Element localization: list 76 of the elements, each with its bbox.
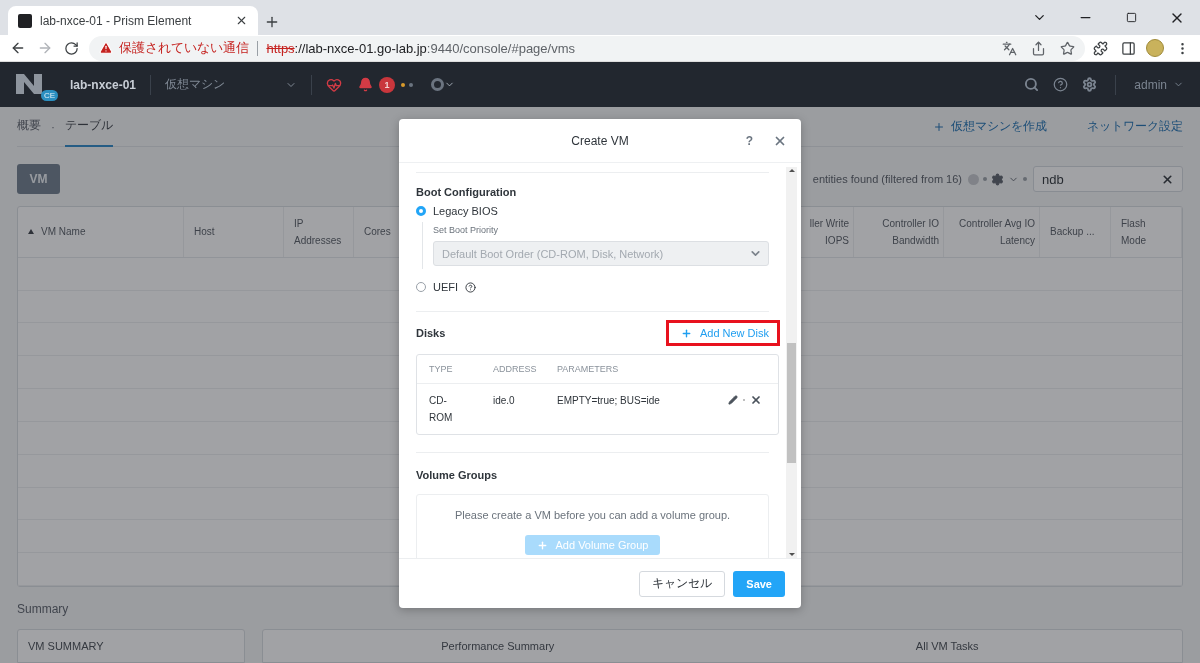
result-count: entities found (filtered from 16) [812, 173, 962, 185]
alert-count[interactable]: 1 [379, 76, 396, 93]
separator-dot: · [51, 119, 55, 134]
radio-button[interactable] [416, 282, 426, 292]
column-header[interactable]: IP Addresses [294, 214, 343, 249]
column-header[interactable]: VM Name [41, 223, 86, 241]
plus-icon[interactable] [680, 327, 692, 339]
security-label[interactable]: 保護されていない通信 [119, 39, 250, 57]
column-header[interactable]: Host [194, 223, 215, 241]
column-header[interactable]: Flash Mode [1121, 214, 1171, 249]
card-title: All VM Tasks [915, 640, 979, 652]
column-header: PARAMETERS [556, 364, 620, 374]
url-text[interactable]: https://lab-nxce-01.go-lab.jp:9440/console/#page/vms [266, 40, 575, 56]
health-icon[interactable] [326, 76, 343, 93]
table-cell-text: EMPTY=true; BUS=ide [556, 394, 661, 408]
search-field[interactable]: ndb [1033, 166, 1183, 192]
address-bar[interactable]: 保護されていない通信 https://lab-nxce-01.go-lab.jp:9440/console/#page/vms [89, 35, 1086, 61]
column-header[interactable]: Cores [364, 223, 391, 241]
browser-tab[interactable]: lab-nxce-01 - Prism Element [8, 6, 258, 35]
view-menu[interactable]: 仮想マシン [165, 76, 298, 93]
radio-label[interactable]: Legacy BIOS [433, 205, 498, 217]
translate-icon[interactable] [1002, 40, 1018, 56]
boot-priority-select[interactable]: Default Boot Order (CD-ROM, Disk, Network) [433, 241, 769, 266]
status-dot [401, 82, 406, 87]
ring-icon[interactable] [431, 78, 445, 91]
extensions-icon[interactable] [1093, 40, 1109, 56]
favicon-icon [18, 13, 32, 28]
save-button[interactable]: Save [733, 570, 785, 597]
star-icon[interactable] [1060, 40, 1076, 56]
maximize-icon[interactable] [1125, 12, 1137, 23]
scrollbar[interactable] [786, 167, 797, 558]
radio-button[interactable] [416, 206, 426, 216]
field-label: Set Boot Priority [433, 225, 500, 235]
profile-avatar[interactable] [1146, 39, 1165, 57]
add-new-disk-button[interactable]: Add New Disk [665, 320, 780, 346]
cluster-name[interactable]: lab-nxce-01 [70, 77, 137, 92]
table-cell-text: ide.0 [492, 394, 516, 408]
section-heading: Volume Groups [416, 469, 499, 481]
column-header: TYPE [428, 364, 454, 374]
new-tab-icon[interactable] [264, 14, 280, 30]
side-panel-icon[interactable] [1120, 40, 1136, 56]
column-header[interactable]: Controller Avg IO Latency [954, 214, 1035, 249]
table-cell-text: CD-ROM [428, 394, 454, 425]
create-vm-link[interactable]: 仮想マシンを作成 [933, 118, 1047, 135]
plus-icon[interactable] [933, 120, 945, 133]
edit-icon[interactable] [728, 395, 738, 405]
help-link[interactable]: ? [745, 133, 753, 148]
vm-view-button[interactable]: VM [17, 164, 60, 194]
section-heading: Boot Configuration [416, 186, 518, 198]
help-icon[interactable] [1053, 77, 1069, 92]
share-icon[interactable] [1031, 40, 1047, 56]
dialog-title: Create VM [571, 133, 629, 148]
column-header[interactable]: Controller IO Bandwidth [864, 214, 939, 249]
section-heading: Disks [416, 327, 446, 339]
radio-label[interactable]: UEFI [433, 281, 459, 293]
info-message: Please create a VM before you can add a volume group. [454, 509, 731, 521]
column-header[interactable]: Backup ... [1050, 223, 1095, 241]
summary-title: Summary [17, 602, 70, 616]
logo-badge: CE [40, 89, 58, 101]
status-dot [409, 82, 414, 87]
bell-icon[interactable] [358, 77, 374, 92]
help-icon[interactable] [465, 281, 477, 293]
cancel-button[interactable]: キャンセル [639, 570, 726, 597]
card-title: VM SUMMARY [28, 640, 104, 652]
delete-icon[interactable] [750, 394, 762, 406]
network-settings-link[interactable]: ネットワーク設定 [1087, 118, 1183, 135]
card-title: Performance Summary [441, 640, 555, 652]
close-icon[interactable] [235, 14, 248, 27]
clear-icon[interactable] [1161, 172, 1174, 186]
column-header: ADDRESS [492, 364, 538, 374]
reload-icon[interactable] [64, 40, 80, 56]
settings-icon[interactable] [1082, 77, 1098, 92]
user-menu[interactable]: admin [1134, 77, 1184, 92]
search-icon[interactable] [1024, 77, 1040, 92]
warning-icon [99, 41, 114, 55]
settings-icon[interactable] [991, 172, 1004, 186]
